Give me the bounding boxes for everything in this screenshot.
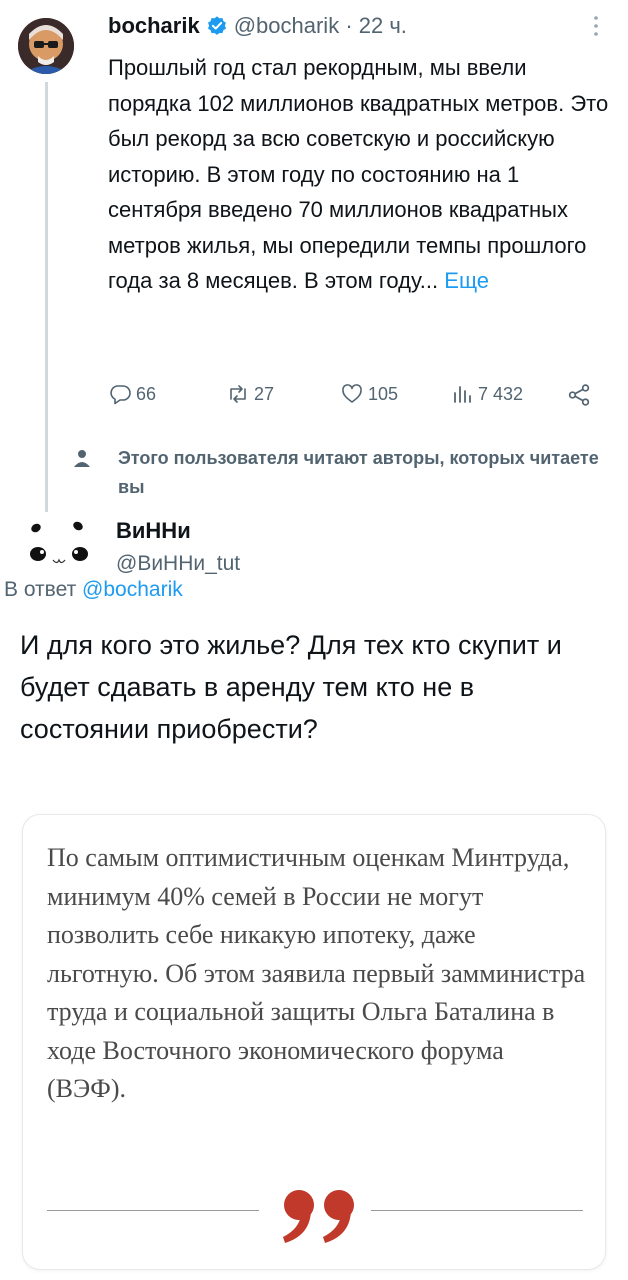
verified-badge-icon	[207, 16, 226, 35]
like-button[interactable]: 105	[340, 382, 398, 406]
person-icon	[74, 450, 90, 467]
reply-text: И для кого это жилье? Для тех кто скупит…	[20, 630, 562, 744]
like-count: 105	[368, 383, 399, 404]
author-name[interactable]: bocharik	[108, 12, 200, 40]
tweet-body: Прошлый год стал рекордным, мы ввели пор…	[108, 55, 609, 293]
reply-button[interactable]: 66	[108, 382, 156, 406]
more-options-icon[interactable]	[592, 14, 600, 38]
show-more-link[interactable]: Еще	[444, 268, 489, 293]
social-context: Этого пользователя читают авторы, которы…	[72, 444, 612, 502]
tweet-actions: 66 27 105 7 432	[108, 380, 598, 410]
author-avatar[interactable]	[18, 18, 74, 74]
replying-to: В ответ @bocharik	[4, 578, 183, 602]
page: bocharik @bocharik · 22 ч. Прошлый год с…	[0, 0, 628, 1280]
retweet-icon	[230, 385, 246, 403]
reply-icon	[110, 385, 131, 405]
replying-to-mention[interactable]: @bocharik	[82, 578, 183, 601]
quote-divider-left	[47, 1210, 259, 1211]
quote-text: По самым оптимистичным оценкам Минтруда,…	[47, 843, 586, 1103]
retweet-button[interactable]: 27	[226, 382, 274, 406]
retweet-count: 27	[254, 383, 275, 404]
avatar-portrait-icon	[18, 18, 74, 74]
reply-count: 66	[136, 383, 157, 404]
thread-line	[45, 82, 48, 512]
author-handle[interactable]: @bocharik	[234, 13, 340, 38]
views-count: 7 432	[478, 383, 524, 404]
reply-author-name[interactable]: ВиННи	[116, 518, 191, 544]
tweet-time[interactable]: 22 ч.	[359, 13, 407, 38]
share-icon[interactable]	[566, 382, 592, 408]
replying-to-prefix: В ответ	[4, 578, 83, 601]
social-context-text: Этого пользователя читают авторы, которы…	[118, 448, 599, 497]
quote-divider-right	[371, 1210, 583, 1211]
reply-author-avatar[interactable]	[18, 514, 96, 574]
reply-author-handle[interactable]: @ВиННи_tut	[116, 552, 240, 576]
header-separator: ·	[339, 13, 359, 38]
tweet-header: bocharik @bocharik · 22 ч.	[108, 12, 407, 40]
views-button[interactable]: 7 432	[450, 382, 523, 406]
heart-icon	[342, 384, 362, 403]
attached-quote-image[interactable]: По самым оптимистичным оценкам Минтруда,…	[22, 814, 606, 1270]
quote-mark-icon	[283, 1190, 354, 1243]
views-chart-icon	[454, 386, 471, 403]
tweet-text: Прошлый год стал рекордным, мы ввели пор…	[108, 50, 613, 299]
